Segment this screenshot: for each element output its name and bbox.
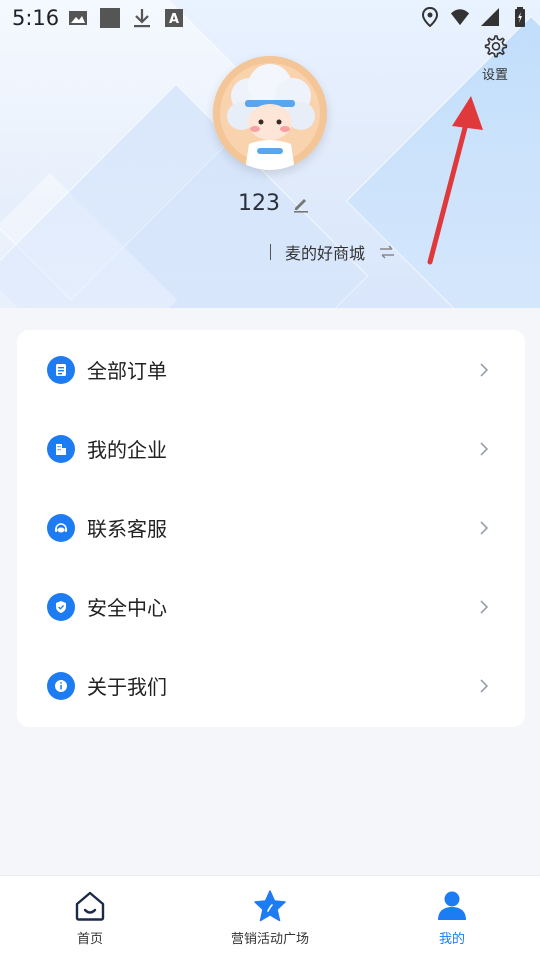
battery-icon xyxy=(515,7,525,27)
profile-header: 5:16 A 设置 123 麦的好商城 xyxy=(0,0,540,308)
username: 123 xyxy=(238,191,280,216)
chevron-right-icon xyxy=(480,362,489,377)
menu-item-customer-service[interactable]: 联系客服 xyxy=(17,488,525,567)
menu-item-label: 我的企业 xyxy=(87,438,167,462)
location-icon xyxy=(421,7,439,27)
nav-tab-mine[interactable]: 我的 xyxy=(392,876,512,961)
settings-button[interactable]: 设置 xyxy=(474,34,516,94)
chevron-right-icon xyxy=(480,520,489,535)
svg-text:A: A xyxy=(169,12,179,27)
enterprise-icon xyxy=(47,434,75,463)
info-icon xyxy=(47,671,75,700)
user-icon xyxy=(438,891,466,920)
menu-item-about-us[interactable]: 关于我们 xyxy=(17,646,525,725)
menu-card: 全部订单 我的企业 联系客服 安全中心 关于我们 xyxy=(17,330,525,727)
chevron-right-icon xyxy=(480,678,489,693)
avatar-illustration xyxy=(213,56,327,170)
nav-tab-home[interactable]: 首页 xyxy=(30,876,150,961)
switch-arrows-icon xyxy=(380,245,395,259)
shop-name: 麦的好商城 xyxy=(285,244,366,263)
shield-icon xyxy=(47,592,75,621)
status-time: 5:16 xyxy=(12,6,60,30)
menu-item-label: 安全中心 xyxy=(87,596,167,620)
nav-tab-marketing-plaza[interactable]: 营销活动广场 xyxy=(210,876,330,961)
chevron-right-icon xyxy=(480,599,489,614)
divider xyxy=(270,244,271,260)
avatar[interactable] xyxy=(213,56,327,170)
edit-pencil-icon[interactable] xyxy=(292,195,310,213)
image-icon xyxy=(69,11,87,25)
order-list-icon xyxy=(47,355,75,384)
shop-switcher[interactable]: 麦的好商城 xyxy=(270,240,395,264)
gear-icon xyxy=(484,35,508,58)
menu-item-security-center[interactable]: 安全中心 xyxy=(17,567,525,646)
square-icon xyxy=(100,8,120,28)
nav-tab-label: 我的 xyxy=(438,932,465,947)
menu-item-label: 全部订单 xyxy=(87,359,167,383)
chevron-right-icon xyxy=(480,441,489,456)
star-icon xyxy=(254,890,286,922)
username-row: 123 xyxy=(238,191,310,216)
wifi-icon xyxy=(450,9,470,26)
status-bar: 5:16 A xyxy=(0,0,540,36)
settings-label: 设置 xyxy=(481,68,508,83)
customer-service-icon xyxy=(47,513,75,542)
menu-item-my-enterprise[interactable]: 我的企业 xyxy=(17,409,525,488)
menu-item-label: 联系客服 xyxy=(87,517,167,541)
signal-icon xyxy=(481,8,499,26)
bottom-navigation: 首页 营销活动广场 我的 xyxy=(0,875,540,961)
menu-item-label: 关于我们 xyxy=(87,675,167,699)
nav-tab-label: 首页 xyxy=(76,932,103,947)
home-icon xyxy=(75,891,105,921)
menu-item-all-orders[interactable]: 全部订单 xyxy=(17,330,525,409)
download-icon xyxy=(134,9,150,28)
nav-tab-label: 营销活动广场 xyxy=(230,932,309,947)
translate-a-icon: A xyxy=(165,9,183,27)
